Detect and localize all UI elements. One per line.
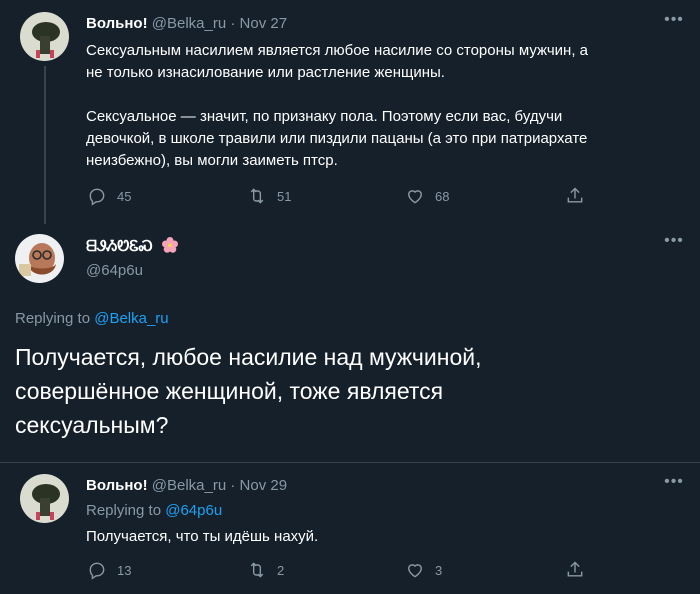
tweet2-name-row: ᗺᏭᏱᏬᏋᏍ [86, 236, 179, 258]
more-horizontal-icon[interactable]: ••• [664, 12, 684, 29]
separator: · [230, 477, 236, 494]
like-button[interactable]: 68 [405, 186, 449, 206]
heart-icon [408, 190, 422, 204]
tweet1-text: Сексуальным насилием является любое наси… [86, 42, 589, 169]
hibiscus-flower-icon [161, 236, 179, 258]
more-horizontal-icon[interactable]: ••• [664, 233, 684, 250]
replying-label: Replying to [86, 502, 162, 519]
replying-to-link[interactable]: @64p6u [165, 502, 222, 519]
reply-count: 13 [117, 562, 132, 578]
handle[interactable]: @Belka_ru [152, 15, 226, 32]
tweet2-text: Получается, любое насилие над мужчиной, … [15, 344, 482, 438]
tweet3-header: Вольно! @Belka_ru · Nov 29 [86, 477, 287, 494]
thread-line [44, 66, 46, 224]
avatar-64p6u[interactable] [15, 234, 64, 283]
heart-icon [408, 564, 422, 578]
reply-icon [89, 562, 105, 580]
more-horizontal-icon[interactable]: ••• [664, 474, 684, 491]
share-button[interactable] [565, 560, 585, 580]
like-count: 68 [435, 188, 450, 204]
avatar-belka[interactable] [20, 474, 69, 523]
like-count: 3 [435, 562, 443, 578]
reply-button[interactable]: 13 [87, 560, 131, 580]
reply-button[interactable]: 45 [87, 186, 131, 206]
retweet-count: 51 [277, 188, 292, 204]
separator: · [230, 15, 236, 32]
reply-count: 45 [117, 188, 132, 204]
retweet-count: 2 [277, 562, 285, 578]
share-button[interactable] [565, 186, 585, 206]
share-icon [567, 187, 583, 203]
tweet-date[interactable]: Nov 27 [240, 15, 288, 32]
replying-to-line: Replying to @64p6u [86, 502, 222, 519]
handle[interactable]: @64p6u [86, 262, 143, 279]
tweet1-header: Вольно! @Belka_ru · Nov 27 [86, 15, 287, 32]
display-name[interactable]: Вольно! [86, 15, 148, 32]
retweet-icon [250, 562, 264, 578]
retweet-icon [250, 188, 264, 204]
tweet3-text: Получается, что ты идёшь нахуй. [86, 528, 319, 545]
replying-to-line: Replying to @Belka_ru [15, 310, 169, 327]
tweet-date[interactable]: Nov 29 [240, 477, 288, 494]
handle[interactable]: @Belka_ru [152, 477, 226, 494]
like-button[interactable]: 3 [405, 560, 442, 580]
share-icon [567, 561, 583, 577]
retweet-button[interactable]: 51 [247, 186, 291, 206]
display-name[interactable]: ᗺᏭᏱᏬᏋᏍ [86, 238, 153, 255]
replying-to-link[interactable]: @Belka_ru [94, 310, 168, 327]
divider [0, 462, 700, 463]
reply-icon [89, 188, 105, 206]
display-name[interactable]: Вольно! [86, 477, 148, 494]
retweet-button[interactable]: 2 [247, 560, 284, 580]
avatar-belka[interactable] [20, 12, 69, 61]
replying-label: Replying to [15, 310, 91, 327]
